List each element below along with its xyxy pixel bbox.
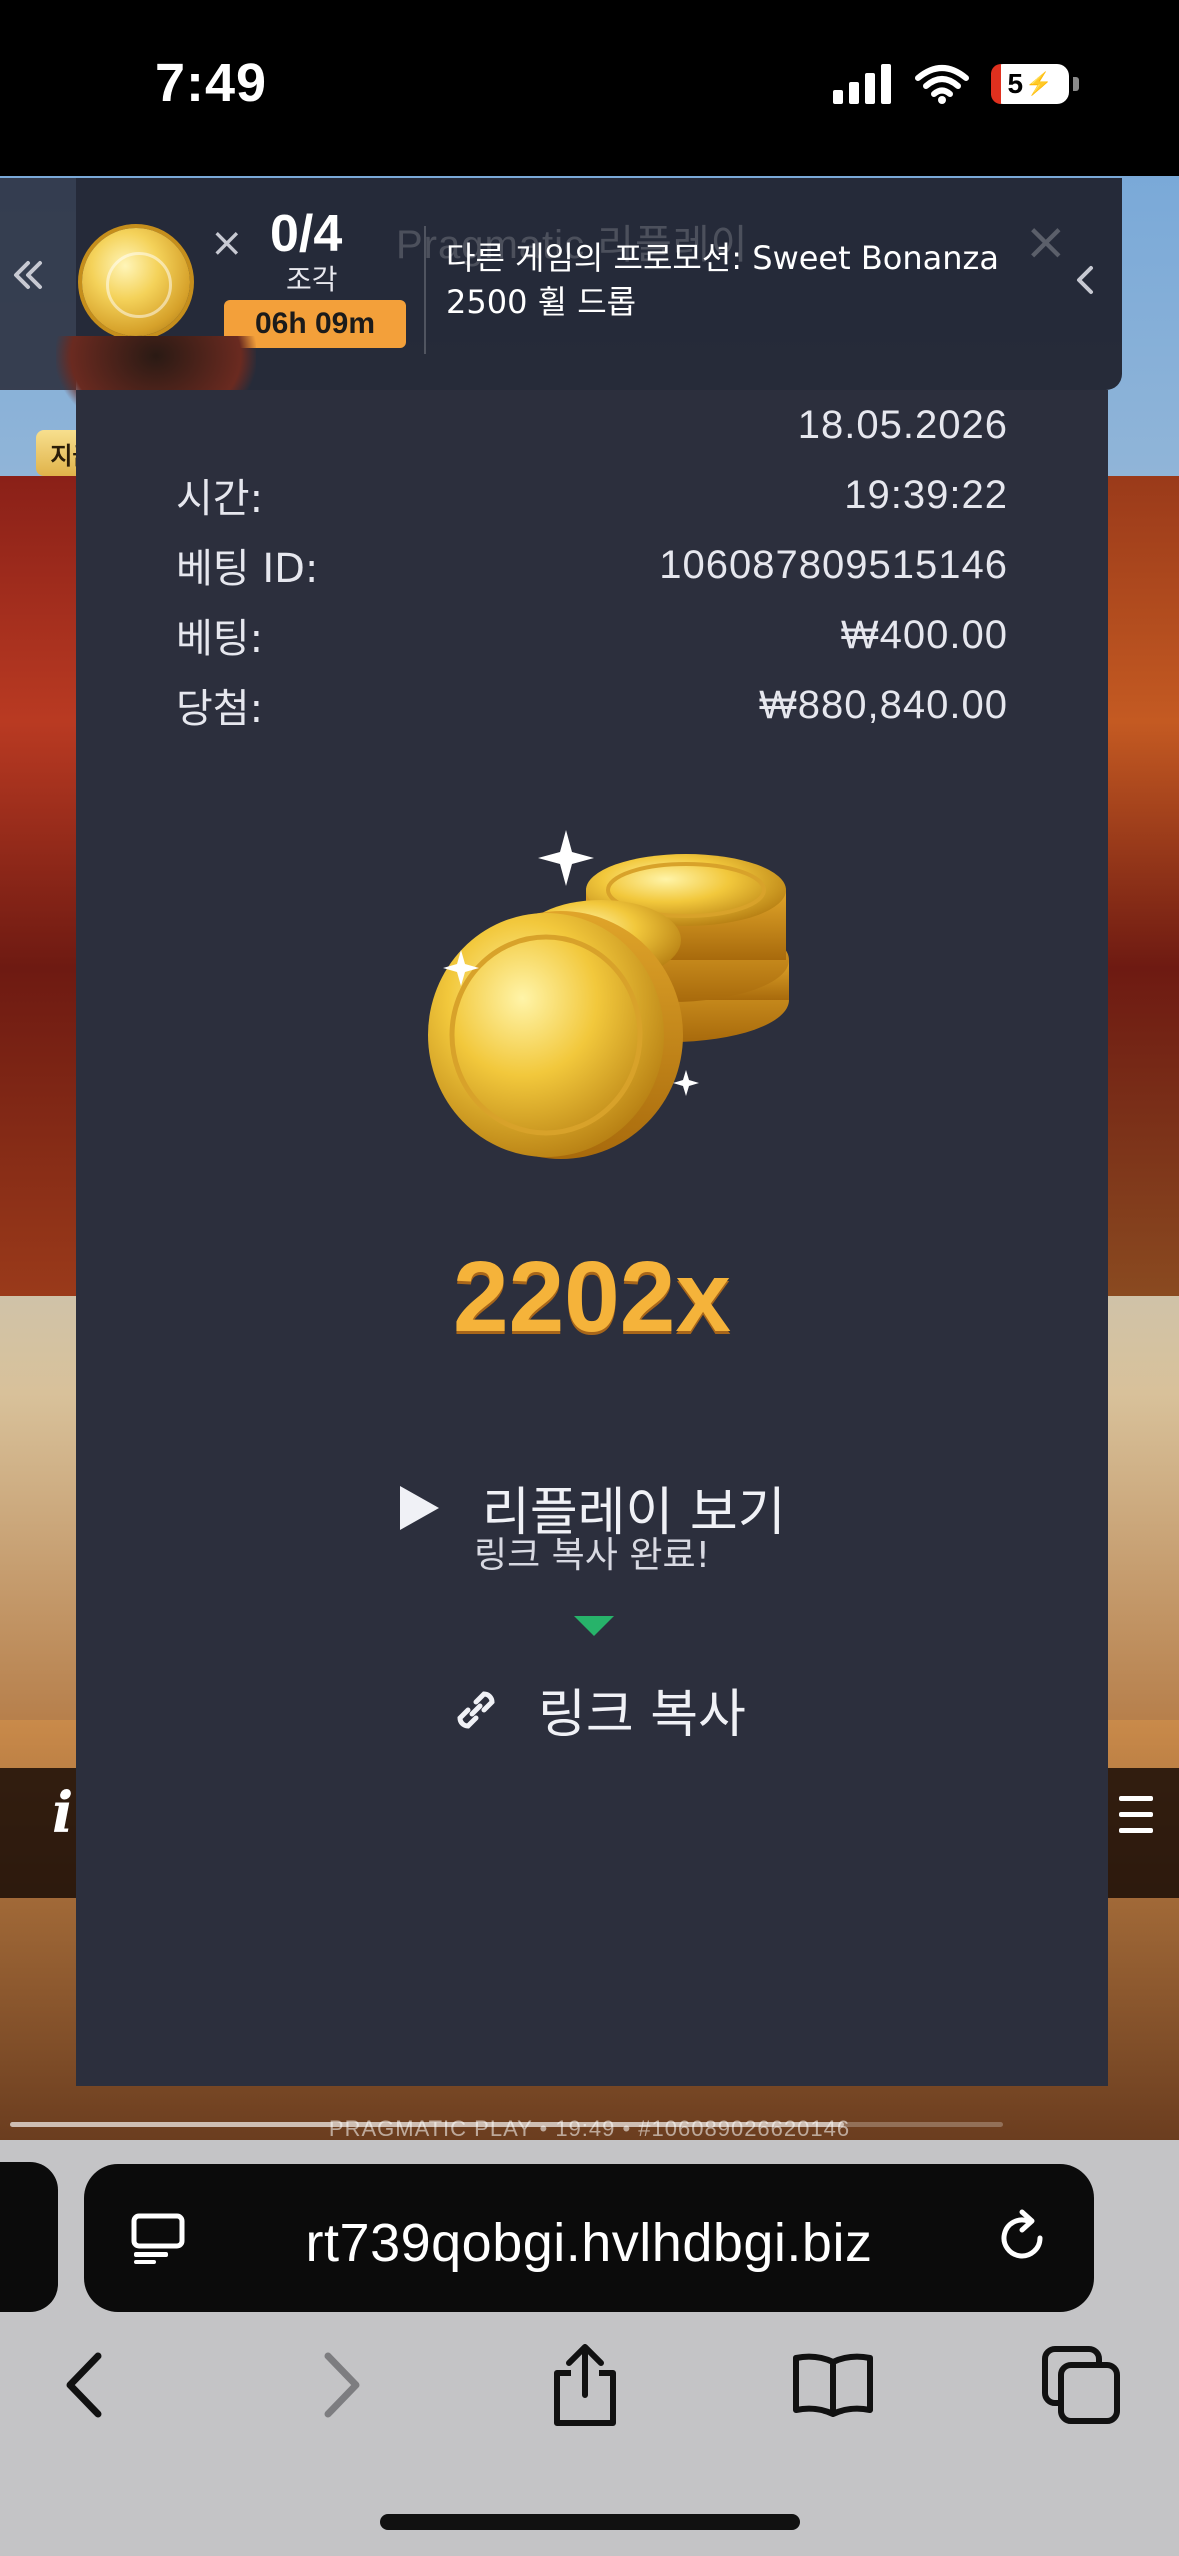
- gold-coins-illustration: [428, 830, 789, 1159]
- copy-link-label: 링크 복사: [538, 1685, 746, 1745]
- play-icon: [400, 1485, 439, 1530]
- battery-level: 5: [1007, 68, 1024, 99]
- link-copied-toast: 링크 복사 완료!: [473, 1535, 711, 1576]
- tabs-button[interactable]: [1036, 2340, 1126, 2430]
- bet-detail-value: 18.05.2026: [797, 402, 1008, 447]
- replay-panel: 18.05.2026 시간: 19:39:22 베팅 ID: 1060878095151…: [76, 390, 1108, 2086]
- game-reel-left: [0, 476, 78, 1296]
- book-icon: [793, 2353, 873, 2417]
- bet-detail-row: 베팅 ID: 106087809515146: [176, 530, 1008, 600]
- bet-details: 18.05.2026 시간: 19:39:22 베팅 ID: 1060878095151…: [176, 390, 1008, 740]
- copy-link-button[interactable]: 링크 복사: [448, 1672, 746, 1747]
- win-multiplier: 2202x: [452, 1241, 732, 1353]
- game-reel-right: [1107, 476, 1179, 1296]
- reload-icon[interactable]: [992, 2208, 1052, 2268]
- bet-detail-row: 당첨: ₩880,840.00: [176, 670, 1008, 740]
- bet-detail-label: 당첨:: [176, 686, 264, 732]
- bet-detail-row: 시간: 19:39:22: [176, 460, 1008, 530]
- chevron-right-icon: [324, 2352, 360, 2418]
- promo-message: 다른 게임의 프로모션: Sweet Bonanza 2500 휠 드롭: [446, 239, 999, 321]
- page-progress-bar: [10, 2122, 1003, 2127]
- link-icon: [457, 1690, 495, 1729]
- status-icons: 5 ⚡: [833, 64, 1079, 104]
- pieces-count: 0/4: [270, 205, 343, 263]
- status-time: 7:49: [155, 53, 268, 113]
- promo-minimize-icon[interactable]: ×: [210, 220, 244, 266]
- share-button[interactable]: [540, 2340, 630, 2430]
- toast-pointer-icon: [574, 1616, 614, 1636]
- bet-detail-value: 19:39:22: [844, 472, 1008, 517]
- tabs-icon: [1042, 2346, 1120, 2424]
- forward-button[interactable]: [296, 2340, 386, 2430]
- battery-icon: 5 ⚡: [991, 64, 1069, 104]
- page-progress-fill: [10, 2122, 845, 2127]
- home-indicator: [380, 2514, 800, 2530]
- back-button[interactable]: [40, 2340, 130, 2430]
- wifi-icon: [915, 65, 969, 104]
- game-footer-text: PRAGMATIC PLAY • 19:49 • #10608902662014…: [328, 2116, 851, 2141]
- bet-detail-label: 베팅 ID:: [176, 546, 319, 592]
- bet-detail-row: 베팅: ₩400.00: [176, 600, 1008, 670]
- info-icon[interactable]: i: [52, 1780, 73, 1846]
- close-icon[interactable]: ×: [1024, 212, 1068, 272]
- bet-detail-value: 106087809515146: [659, 542, 1008, 587]
- bet-detail-row: 18.05.2026: [176, 390, 1008, 460]
- previous-tab-preview[interactable]: [0, 2162, 58, 2312]
- bet-detail-label: 베팅:: [176, 616, 264, 662]
- bet-detail-value: ₩400.00: [840, 612, 1008, 657]
- bet-detail-value: ₩880,840.00: [759, 682, 1008, 727]
- status-bar: 7:49 5 ⚡: [0, 0, 1179, 176]
- bet-detail-label: 시간:: [176, 476, 264, 522]
- share-icon: [554, 2344, 616, 2426]
- cellular-signal-icon: [833, 64, 891, 104]
- wheel-coin-icon: [82, 228, 190, 336]
- promo-divider: [424, 226, 426, 354]
- browser-toolbar: [0, 2340, 1179, 2440]
- bookmarks-button[interactable]: [788, 2340, 878, 2430]
- url-text: rt739qobgi.hvlhdbgi.biz: [305, 2213, 873, 2273]
- pieces-label: 조각: [286, 263, 338, 296]
- double-chevron-left-icon[interactable]: [8, 255, 48, 295]
- chevron-left-icon[interactable]: [1067, 260, 1103, 300]
- chevron-left-icon: [66, 2352, 102, 2418]
- address-bar[interactable]: rt739qobgi.hvlhdbgi.biz: [84, 2164, 1094, 2312]
- battery-cap: [1073, 77, 1079, 91]
- hamburger-menu-icon[interactable]: [1119, 1796, 1153, 1844]
